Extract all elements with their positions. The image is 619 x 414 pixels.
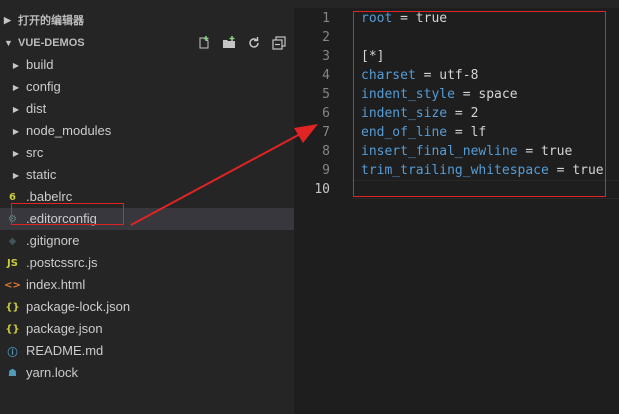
tree-item-label: dist [26,101,47,116]
tree-item-label: index.html [26,277,86,292]
chevron-right-icon[interactable]: ▶ [12,61,20,70]
vscode-window: ▶ 打开的编辑器 ▼ VUE-DEMOS ▶ build ▶ config ▶ … [0,0,619,414]
annotation-box-editorconfig [11,203,124,225]
tree-item-label: .gitignore [26,233,80,248]
tree-item-label: yarn.lock [26,365,79,380]
folder-item[interactable]: ▶ src [0,142,294,164]
file-item[interactable]: {} package-lock.json [0,296,294,318]
line-number: 6 [322,106,330,121]
chevron-right-icon[interactable]: ▶ [12,171,20,180]
info-icon: ⓘ [7,347,18,359]
folder-item[interactable]: ▶ config [0,76,294,98]
chevron-right-icon[interactable]: ▶ [12,83,20,92]
tree-item-label: package.json [26,321,103,336]
chevron-right-icon[interactable]: ▶ [12,149,20,158]
folder-item[interactable]: ▶ static [0,164,294,186]
open-editors-header[interactable]: ▶ 打开的编辑器 [0,9,294,31]
line-number: 8 [322,144,330,159]
tree-item-label: config [26,79,61,94]
file-item[interactable]: <> index.html [0,274,294,296]
line-number: 3 [322,49,330,64]
folder-item[interactable]: ▶ node_modules [0,120,294,142]
line-number: 9 [322,163,330,178]
git-icon: ◆ [8,235,17,247]
refresh-icon[interactable] [247,36,261,50]
tree-item-label: src [26,145,44,160]
line-number: 1 [322,11,330,26]
line-number: 5 [322,87,330,102]
collapse-all-icon[interactable] [272,36,286,50]
tree-item-label: package-lock.json [26,299,131,314]
tree-item-label: node_modules [26,123,112,138]
yarn-icon: ☗ [8,367,17,379]
explorer-actions [197,32,286,54]
chevron-right-icon[interactable]: ▶ [12,127,20,136]
file-item[interactable]: ◆ .gitignore [0,230,294,252]
file-item[interactable]: JS .postcssrc.js [0,252,294,274]
annotation-box-code [353,11,606,197]
tree-item-label: static [26,167,57,182]
json-icon: {} [5,323,20,335]
chevron-right-icon: ▶ [4,14,11,25]
project-title: VUE-DEMOS [18,37,85,49]
folder-item[interactable]: ▶ build [0,54,294,76]
line-number: 4 [322,68,330,83]
line-number: 7 [322,125,330,140]
line-number: 10 [314,182,330,197]
open-editors-title: 打开的编辑器 [18,15,84,27]
new-folder-icon[interactable] [222,36,236,50]
file-item[interactable]: ⓘ README.md [0,340,294,362]
chevron-down-icon: ▼ [4,38,13,48]
line-number-gutter: 1 2 3 4 5 6 7 8 9 10 [294,9,342,199]
tree-item-label: README.md [26,343,104,358]
babel-icon: 6 [9,191,16,203]
editor-tab-strip [294,0,619,8]
tree-item-label: .postcssrc.js [26,255,98,270]
project-header[interactable]: ▼ VUE-DEMOS [0,32,294,54]
tree-item-label: build [26,57,54,72]
file-item[interactable]: ☗ yarn.lock [0,362,294,384]
code-editor[interactable]: 1 2 3 4 5 6 7 8 9 10 root = true [*] charset = utf… [294,0,619,414]
js-icon: JS [7,257,18,269]
line-number: 2 [322,30,330,45]
chevron-right-icon[interactable]: ▶ [12,105,20,114]
file-item[interactable]: {} package.json [0,318,294,340]
new-file-icon[interactable] [197,36,211,50]
folder-item[interactable]: ▶ dist [0,98,294,120]
html-icon: <> [4,279,21,291]
explorer-sidebar: ▶ 打开的编辑器 ▼ VUE-DEMOS ▶ build ▶ config ▶ … [0,0,294,414]
json-icon: {} [5,301,20,313]
